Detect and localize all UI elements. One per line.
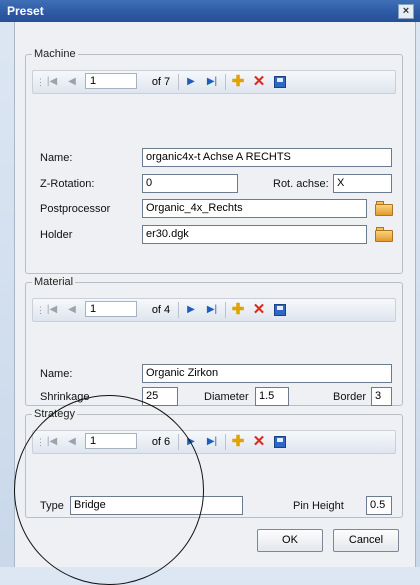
toolbar-separator [225, 74, 226, 90]
save-icon[interactable] [274, 436, 286, 448]
folder-icon[interactable] [375, 226, 393, 243]
material-name-label: Name: [40, 368, 73, 380]
cancel-button[interactable]: Cancel [333, 529, 399, 552]
type-label: Type [40, 500, 64, 512]
strategy-group: Strategy ⋮ |◀ ◀ 1 of 6 ▶ ▶| ✚ ✕ Type Bri… [25, 408, 403, 518]
last-record-icon[interactable]: ▶| [205, 74, 219, 90]
material-record-count: of 4 [151, 304, 171, 316]
toolbar-separator [178, 434, 179, 450]
first-record-icon[interactable]: |◀ [45, 434, 59, 450]
material-name-field[interactable]: Organic Zirkon [142, 364, 392, 383]
window-title: Preset [7, 4, 44, 18]
last-record-icon[interactable]: ▶| [205, 434, 219, 450]
delete-icon[interactable]: ✕ [251, 434, 267, 450]
postprocessor-field[interactable]: Organic_4x_Rechts [142, 199, 367, 218]
shrinkage-field[interactable]: 25 [142, 387, 178, 406]
strategy-position-input[interactable]: 1 [85, 433, 137, 449]
next-record-icon[interactable]: ▶ [184, 302, 198, 318]
rot-axis-field[interactable]: X [333, 174, 392, 193]
material-legend: Material [34, 276, 74, 288]
add-icon[interactable]: ✚ [230, 74, 246, 90]
strategy-nav-toolbar: ⋮ |◀ ◀ 1 of 6 ▶ ▶| ✚ ✕ [32, 430, 396, 454]
toolbar-separator [225, 302, 226, 318]
delete-icon[interactable]: ✕ [251, 74, 267, 90]
border-field[interactable]: 3 [371, 387, 392, 406]
z-rotation-field[interactable]: 0 [142, 174, 238, 193]
machine-record-count: of 7 [151, 76, 171, 88]
postprocessor-label: Postprocessor [40, 203, 111, 215]
material-position-input[interactable]: 1 [85, 301, 137, 317]
machine-name-field[interactable]: organic4x-t Achse A RECHTS [142, 148, 392, 167]
last-record-icon[interactable]: ▶| [205, 302, 219, 318]
prev-record-icon[interactable]: ◀ [65, 74, 79, 90]
toolbar-separator [178, 302, 179, 318]
shrinkage-label: Shrinkage [40, 391, 90, 403]
machine-position-input[interactable]: 1 [85, 73, 137, 89]
rot-axis-label: Rot. achse: [273, 178, 329, 190]
machine-nav-toolbar: ⋮ |◀ ◀ 1 of 7 ▶ ▶| ✚ ✕ [32, 70, 396, 94]
grip-icon[interactable]: ⋮ [36, 302, 45, 318]
delete-icon[interactable]: ✕ [251, 302, 267, 318]
material-group: Material ⋮ |◀ ◀ 1 of 4 ▶ ▶| ✚ ✕ Name: Or… [25, 276, 403, 406]
border-label: Border [333, 391, 367, 403]
grip-icon[interactable]: ⋮ [36, 74, 45, 90]
close-icon[interactable]: × [398, 4, 414, 19]
material-nav-toolbar: ⋮ |◀ ◀ 1 of 4 ▶ ▶| ✚ ✕ [32, 298, 396, 322]
type-field[interactable]: Bridge [70, 496, 243, 515]
strategy-legend: Strategy [34, 408, 75, 420]
machine-name-label: Name: [40, 152, 73, 164]
pin-height-label: Pin Height [293, 500, 344, 512]
grip-icon[interactable]: ⋮ [36, 434, 45, 450]
next-record-icon[interactable]: ▶ [184, 434, 198, 450]
machine-legend: Machine [34, 48, 76, 60]
add-icon[interactable]: ✚ [230, 434, 246, 450]
first-record-icon[interactable]: |◀ [45, 74, 59, 90]
holder-label: Holder [40, 229, 73, 241]
add-icon[interactable]: ✚ [230, 302, 246, 318]
diameter-label: Diameter [204, 391, 249, 403]
holder-field[interactable]: er30.dgk [142, 225, 367, 244]
next-record-icon[interactable]: ▶ [184, 74, 198, 90]
prev-record-icon[interactable]: ◀ [65, 434, 79, 450]
toolbar-separator [225, 434, 226, 450]
title-bar: Preset × [0, 0, 420, 22]
folder-icon[interactable] [375, 200, 393, 217]
first-record-icon[interactable]: |◀ [45, 302, 59, 318]
diameter-field[interactable]: 1.5 [255, 387, 289, 406]
save-icon[interactable] [274, 304, 286, 316]
ok-button[interactable]: OK [257, 529, 323, 552]
save-icon[interactable] [274, 76, 286, 88]
toolbar-separator [178, 74, 179, 90]
pin-height-field[interactable]: 0.5 [366, 496, 392, 515]
prev-record-icon[interactable]: ◀ [65, 302, 79, 318]
machine-group: Machine ⋮ |◀ ◀ 1 of 7 ▶ ▶| ✚ ✕ Name: org… [25, 48, 403, 274]
preset-dialog: Machine ⋮ |◀ ◀ 1 of 7 ▶ ▶| ✚ ✕ Name: org… [14, 22, 416, 567]
z-rotation-label: Z-Rotation: [40, 178, 95, 190]
strategy-record-count: of 6 [151, 436, 171, 448]
